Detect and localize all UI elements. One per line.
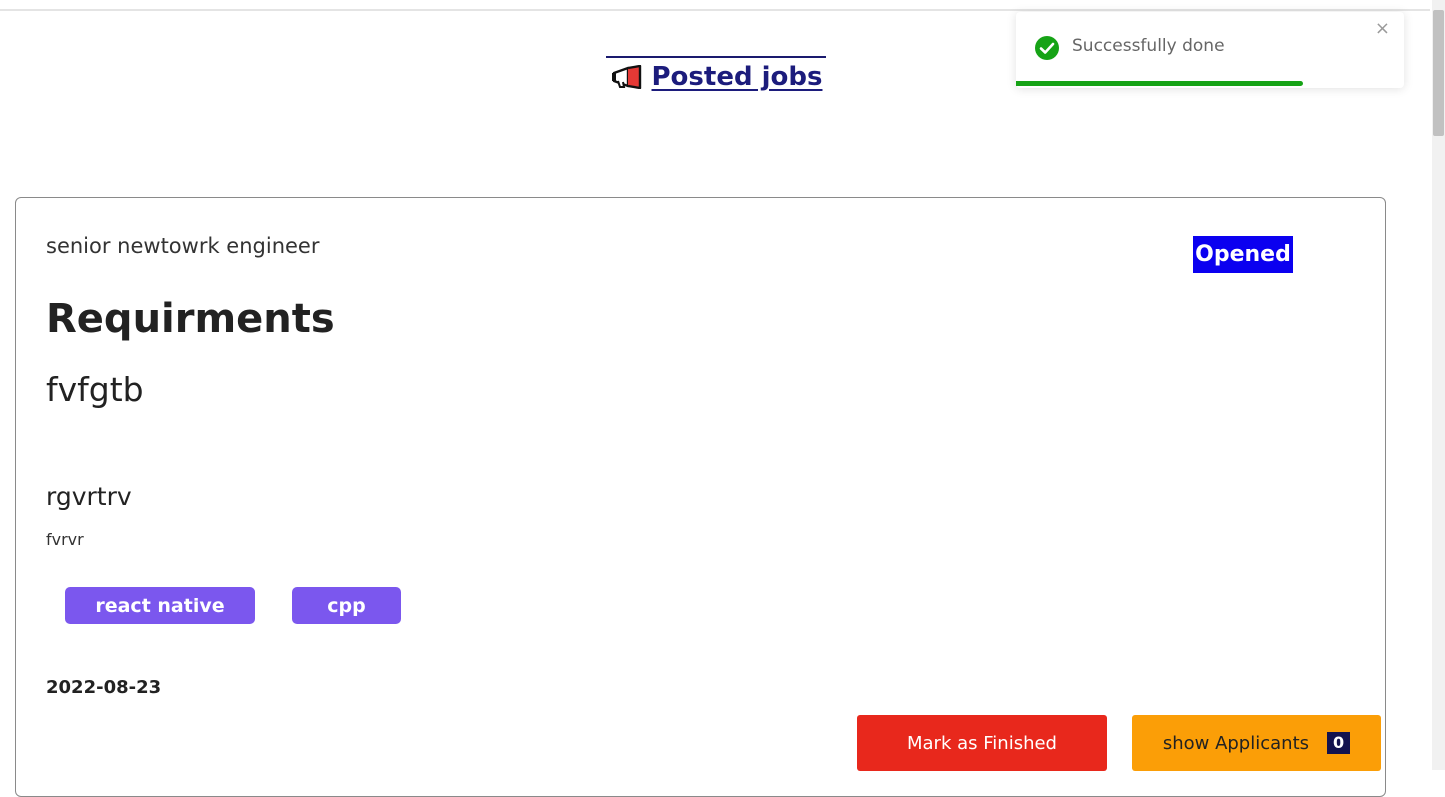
job-title: senior newtowrk engineer [46,234,320,258]
skill-tag: cpp [292,587,401,624]
scrollbar-thumb[interactable] [1433,10,1444,136]
close-icon[interactable]: × [1375,18,1390,39]
requirements-heading: Requirments [46,296,335,342]
toast-message: Successfully done [1072,36,1225,56]
page-title: Posted jobs [606,56,826,96]
toast-progress-bar [1016,81,1304,86]
scrollbar[interactable] [1432,0,1445,770]
megaphone-icon [610,65,644,89]
requirements-text: fvfgtb [46,370,144,409]
check-circle-icon [1034,35,1060,61]
page-title-text: Posted jobs [651,62,823,92]
applicants-count-badge: 0 [1327,732,1351,754]
top-divider [0,9,1430,11]
job-date: 2022-08-23 [46,677,162,698]
status-badge: Opened [1193,236,1293,273]
job-card: senior newtowrk engineer Opened Requirme… [15,197,1386,797]
success-toast: Successfully done × [1016,12,1404,88]
skill-tag: react native [65,587,255,624]
posted-jobs-link[interactable]: Posted jobs [610,62,823,92]
show-applicants-button[interactable]: show Applicants 0 [1132,715,1381,771]
job-description: fvrvr [46,530,84,549]
job-subtitle: rgvrtrv [46,482,132,511]
mark-finished-button[interactable]: Mark as Finished [857,715,1107,771]
show-applicants-label: show Applicants [1162,732,1310,754]
